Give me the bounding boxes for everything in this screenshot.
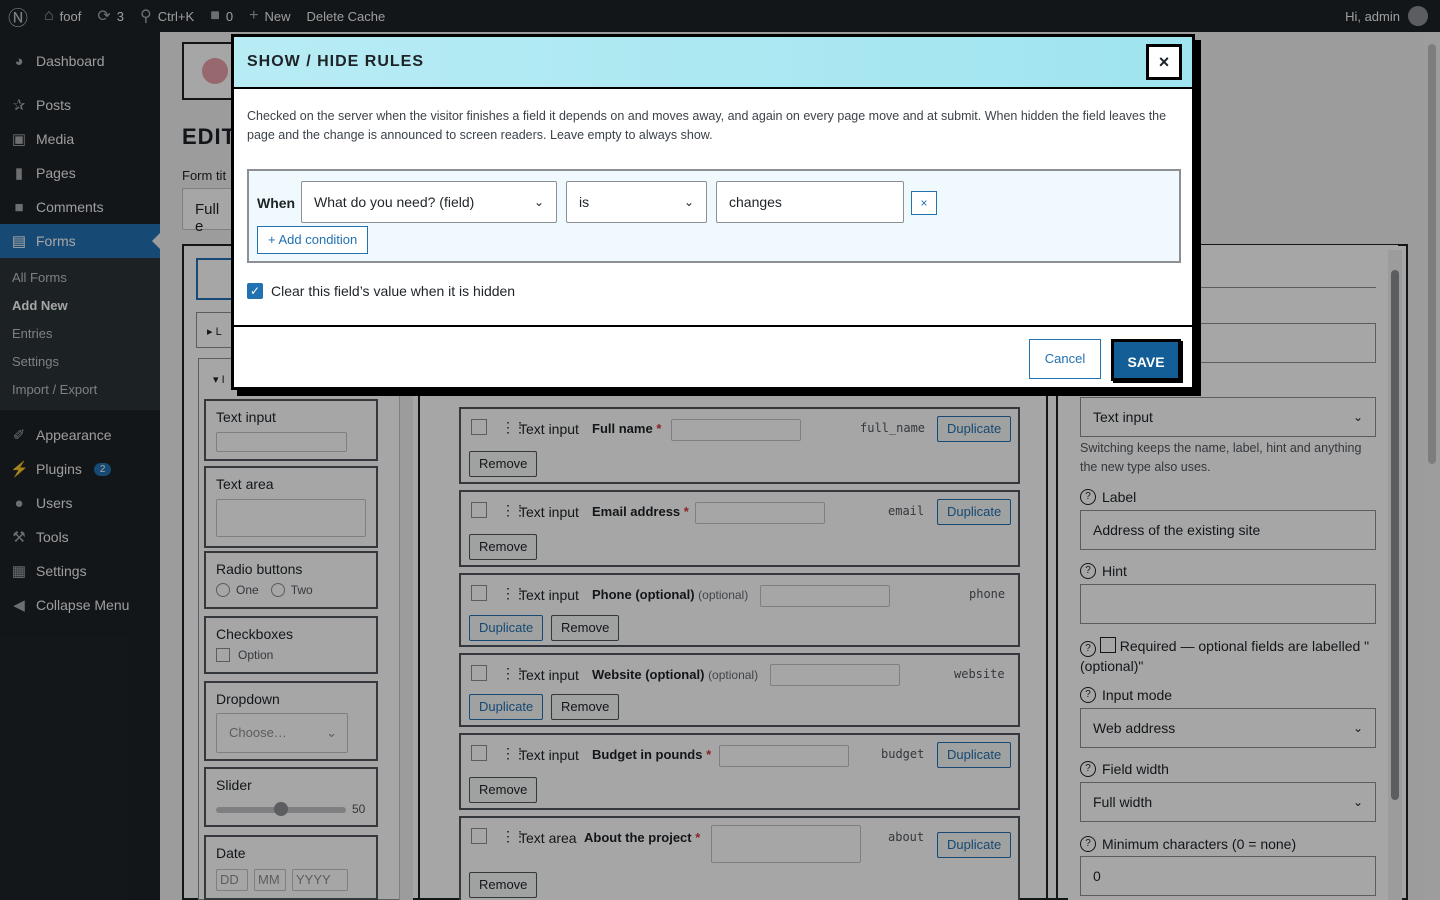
close-button[interactable]: ×	[1146, 44, 1182, 80]
remove-condition-button[interactable]: ×	[911, 191, 937, 215]
condition-group: When What do you need? (field) ⌄ is ⌄ chan…	[247, 169, 1181, 263]
save-button[interactable]: SAVE	[1111, 339, 1181, 381]
condition-value-select[interactable]: changes	[716, 181, 904, 223]
condition-operator-select[interactable]: is ⌄	[566, 181, 707, 223]
condition-field-select[interactable]: What do you need? (field) ⌄	[301, 181, 557, 223]
dialog-description: Checked on the server when the visitor f…	[247, 109, 1167, 142]
add-condition-button[interactable]: + Add condition	[257, 226, 369, 254]
when-label: When	[257, 195, 296, 211]
cancel-button[interactable]: Cancel	[1029, 339, 1101, 379]
show-hide-rules-dialog: SHOW / HIDE RULES × Checked on the serve…	[231, 34, 1195, 390]
dialog-title: SHOW / HIDE RULES	[247, 53, 425, 70]
dialog-footer-divider	[234, 325, 1192, 327]
chevron-down-icon: ⌄	[533, 195, 544, 209]
checkmark-icon[interactable]: ✓	[247, 283, 263, 299]
clear-value-option[interactable]: ✓ Clear this field’s value when it is hid…	[247, 283, 515, 299]
chevron-down-icon: ⌄	[683, 195, 694, 209]
dialog-header: SHOW / HIDE RULES	[234, 37, 1192, 89]
